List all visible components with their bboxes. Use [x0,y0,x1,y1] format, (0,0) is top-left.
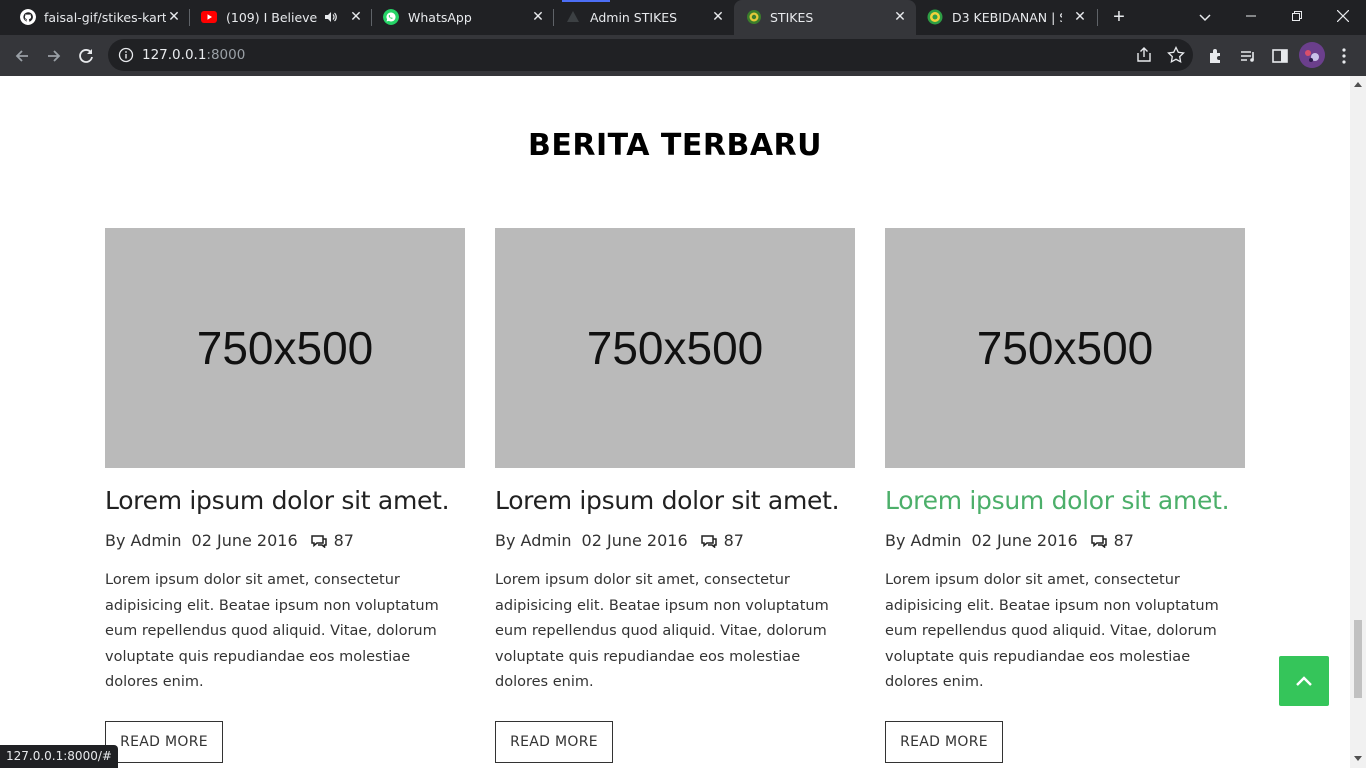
stikes-logo-icon [927,9,943,25]
url-port: :8000 [206,47,246,63]
tab-title: faisal-gif/stikes-kartas [44,10,166,25]
comment-count: 87 [1113,531,1134,550]
section-title: BERITA TERBARU [527,128,823,163]
close-icon [1336,9,1350,23]
news-author: By Admin [885,531,962,550]
tab-loading-indicator [562,0,610,2]
news-author: By Admin [495,531,572,550]
media-queue-icon[interactable] [1235,43,1261,69]
reload-icon[interactable] [73,43,99,69]
speaker-icon[interactable] [324,10,338,24]
back-arrow-icon[interactable] [9,43,35,69]
comments-icon [700,534,717,548]
comments-icon [1090,534,1107,548]
news-date: 02 June 2016 [581,531,688,550]
tab-title: STIKES [770,10,814,25]
news-meta: By Admin 02 June 2016 87 [885,531,1245,550]
close-icon[interactable]: ✕ [1072,9,1088,25]
image-placeholder-text: 750x500 [196,322,374,374]
profile-avatar-icon [1299,42,1325,68]
address-bar[interactable]: 127.0.0.1:8000 [108,39,1193,71]
more-menu-icon[interactable] [1331,43,1357,69]
back-to-top-button[interactable] [1279,656,1329,706]
comment-count: 87 [723,531,744,550]
news-card: 750x500 Lorem ipsum dolor sit amet. By A… [885,228,1245,763]
tab-title: WhatsApp [408,10,472,25]
side-panel-icon[interactable] [1267,43,1293,69]
new-tab-button[interactable]: + [1108,6,1130,28]
tab-title: D3 KEBIDANAN | STIK [952,10,1062,25]
comments-icon [310,534,327,548]
share-icon[interactable] [1134,45,1154,65]
extensions-puzzle-icon[interactable] [1203,43,1229,69]
tab-title: Admin STIKES [590,10,678,25]
tab-separator [1097,9,1098,26]
news-excerpt: Lorem ipsum dolor sit amet, consectetur … [495,572,829,690]
news-author: By Admin [105,531,182,550]
status-url-bubble: 127.0.0.1:8000/# [0,745,118,768]
close-window-button[interactable] [1320,0,1366,32]
news-meta: By Admin 02 June 2016 87 [495,531,855,550]
tab-youtube[interactable]: (109) I Believe In ✕ [190,0,372,35]
minimize-icon [1246,15,1256,17]
news-meta: By Admin 02 June 2016 87 [105,531,465,550]
news-image-placeholder[interactable]: 750x500 [885,228,1245,468]
restore-button[interactable] [1274,0,1320,32]
url-host: 127.0.0.1 [142,47,207,63]
page-scrollbar[interactable] [1350,76,1366,768]
restore-icon [1292,11,1302,21]
forward-arrow-icon[interactable] [41,43,67,69]
news-image-placeholder[interactable]: 750x500 [105,228,465,468]
bookmark-star-icon[interactable] [1166,45,1186,65]
close-icon[interactable]: ✕ [166,9,182,25]
site-info-icon[interactable] [118,47,134,63]
stikes-logo-icon [747,10,761,24]
news-date: 02 June 2016 [191,531,298,550]
image-placeholder-text: 750x500 [586,322,764,374]
close-icon[interactable]: ✕ [348,9,364,25]
news-image-placeholder[interactable]: 750x500 [495,228,855,468]
news-excerpt: Lorem ipsum dolor sit amet, consectetur … [885,572,1219,690]
tab-title: (109) I Believe In [226,10,318,25]
comment-count: 87 [333,531,354,550]
read-more-button[interactable]: READ MORE [885,720,1003,763]
avatar[interactable] [1299,42,1325,68]
browser-tab-strip: faisal-gif/stikes-kartas ✕ (109) I Belie… [0,0,1366,35]
read-more-button[interactable]: READ MORE [105,720,223,763]
minimize-button[interactable] [1228,0,1274,32]
scroll-up-arrow-icon[interactable] [1354,82,1362,87]
tab-admin-stikes[interactable]: Admin STIKES ✕ [554,0,734,35]
tab-search-chevron-icon[interactable] [1198,10,1212,24]
browser-toolbar: 127.0.0.1:8000 [0,35,1366,76]
image-placeholder-text: 750x500 [976,322,1154,374]
scrollbar-thumb[interactable] [1354,620,1362,698]
github-icon [20,9,36,25]
page-viewport: BERITA TERBARU 750x500 Lorem ipsum dolor… [0,76,1350,768]
tab-whatsapp[interactable]: WhatsApp ✕ [372,0,554,35]
news-card: 750x500 Lorem ipsum dolor sit amet. By A… [105,228,465,763]
youtube-icon [201,11,217,23]
scroll-down-arrow-icon[interactable] [1354,756,1362,761]
news-title-link[interactable]: Lorem ipsum dolor sit amet. [105,486,465,515]
url-text[interactable]: 127.0.0.1:8000 [142,47,245,63]
close-icon[interactable]: ✕ [710,9,726,25]
news-date: 02 June 2016 [971,531,1078,550]
tab-d3-kebidanan[interactable]: D3 KEBIDANAN | STIK ✕ [916,0,1098,35]
close-icon[interactable]: ✕ [530,9,546,25]
admin-icon [567,11,579,22]
news-title-link[interactable]: Lorem ipsum dolor sit amet. [495,486,855,515]
chevron-up-icon [1296,676,1312,686]
news-title-link[interactable]: Lorem ipsum dolor sit amet. [885,486,1245,515]
tab-stikes-active[interactable]: STIKES ✕ [734,0,916,35]
close-icon[interactable]: ✕ [892,9,908,25]
news-excerpt: Lorem ipsum dolor sit amet, consectetur … [105,572,439,690]
news-card: 750x500 Lorem ipsum dolor sit amet. By A… [495,228,855,763]
whatsapp-icon [383,9,399,25]
read-more-button[interactable]: READ MORE [495,720,613,763]
tab-github[interactable]: faisal-gif/stikes-kartas ✕ [8,0,190,35]
